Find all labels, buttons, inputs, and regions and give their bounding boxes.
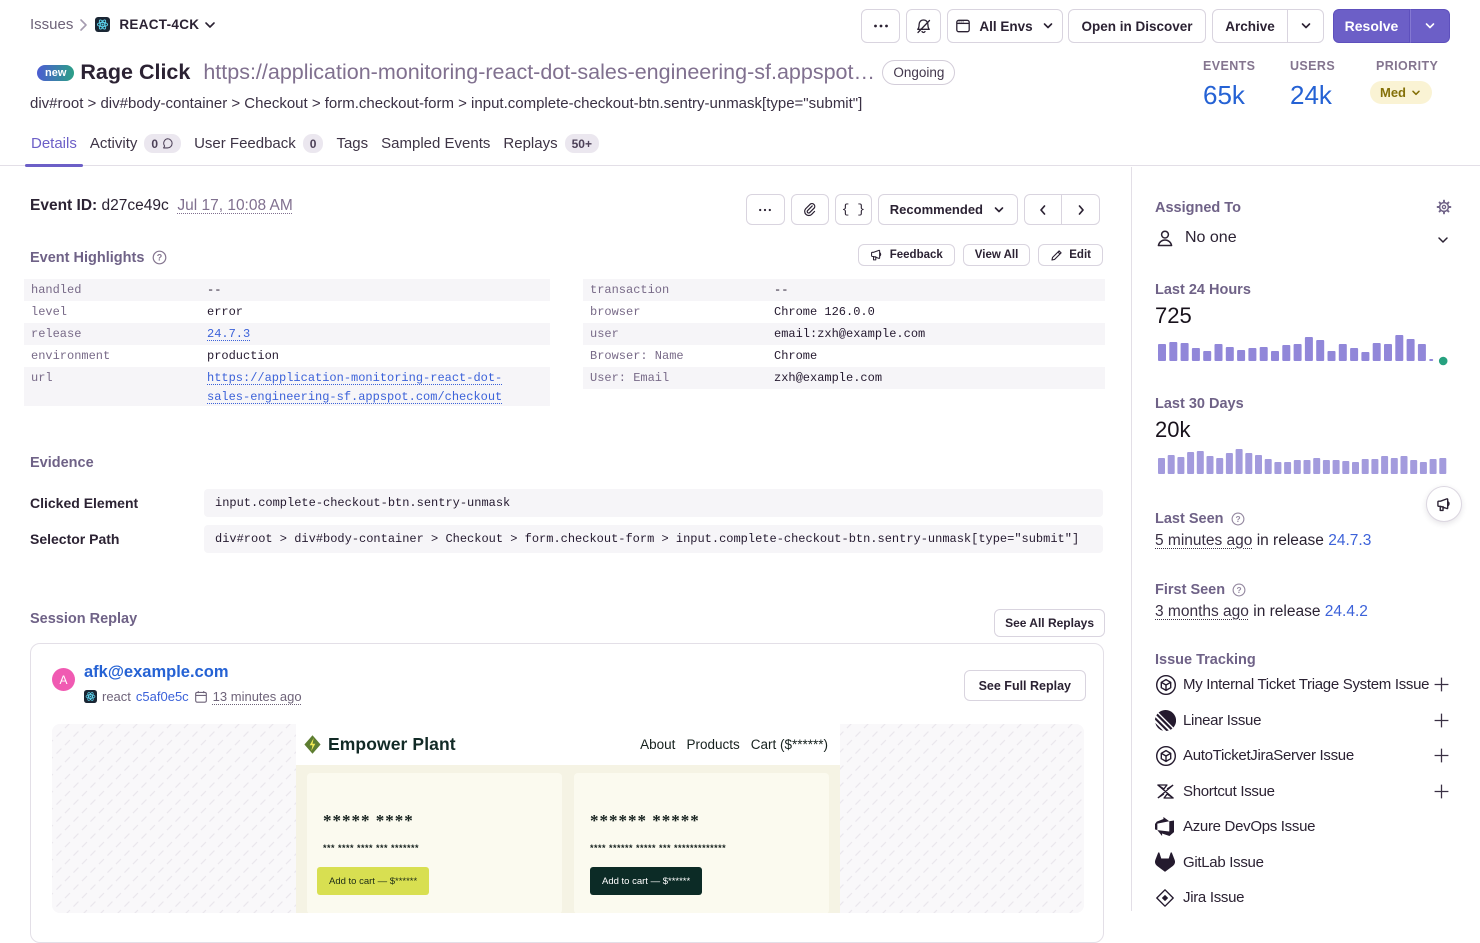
svg-text:?: ?	[1237, 585, 1242, 595]
svg-text:?: ?	[157, 253, 163, 263]
svg-text:?: ?	[1235, 514, 1240, 524]
